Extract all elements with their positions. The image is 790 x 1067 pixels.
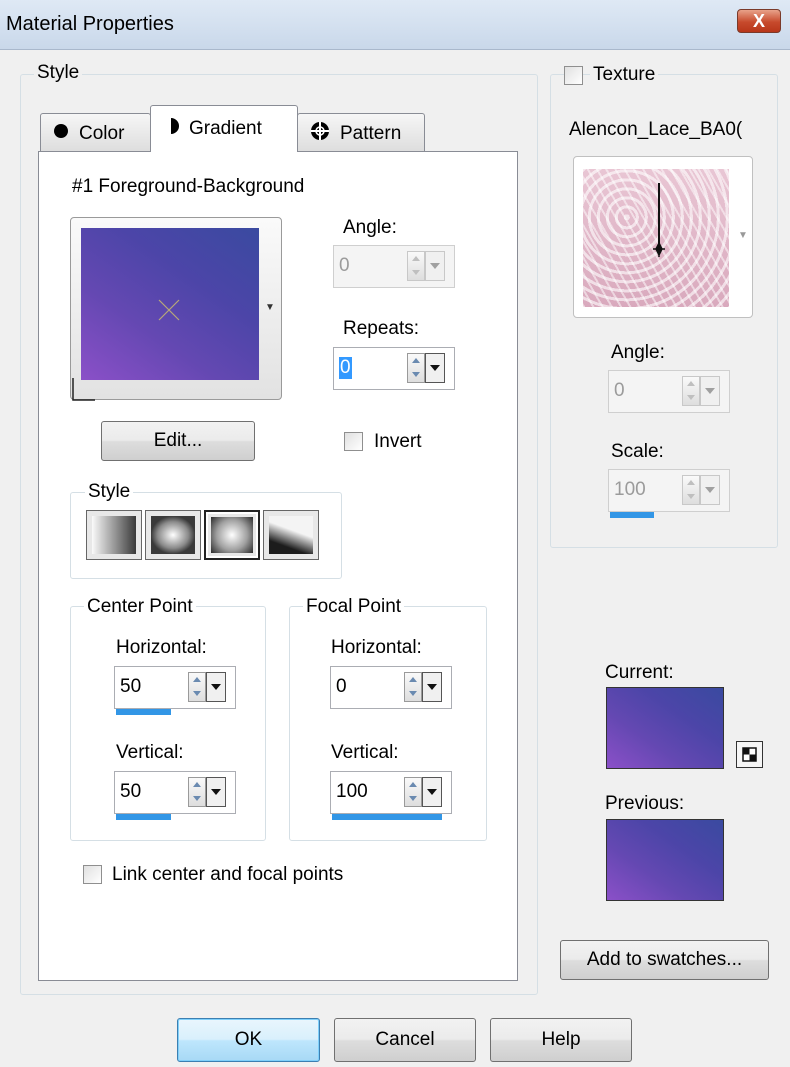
center-horizontal-bar bbox=[116, 709, 171, 715]
center-vertical-spinbox[interactable]: 50 bbox=[114, 771, 236, 821]
texture-scale-label: Scale: bbox=[611, 441, 664, 462]
title-bar[interactable]: Material Properties X bbox=[0, 0, 790, 50]
filled-circle-icon bbox=[53, 123, 69, 145]
texture-angle-label: Angle: bbox=[611, 342, 665, 363]
style-sunburst-button[interactable] bbox=[204, 510, 260, 560]
repeats-value: 0 bbox=[339, 357, 352, 379]
focal-horizontal-spinbox[interactable]: 0 bbox=[330, 666, 452, 716]
texture-dropdown-arrow[interactable]: ▼ bbox=[738, 230, 748, 241]
angle-spin-arrows[interactable] bbox=[407, 251, 425, 281]
focal-vertical-label: Vertical: bbox=[331, 742, 399, 763]
texture-angle-spinbox[interactable]: 0 bbox=[608, 370, 730, 420]
tab-color[interactable]: Color bbox=[40, 113, 151, 153]
angle-dropdown-button[interactable] bbox=[425, 251, 445, 281]
texture-angle-value: 0 bbox=[614, 380, 625, 401]
center-crosshair-icon[interactable] bbox=[157, 298, 181, 322]
texture-scale-value: 100 bbox=[614, 479, 646, 500]
focal-horizontal-value: 0 bbox=[336, 676, 347, 697]
gradient-style-label: Style bbox=[85, 482, 134, 502]
repeats-spinbox[interactable]: 0 bbox=[333, 347, 455, 397]
center-horizontal-label: Horizontal: bbox=[116, 637, 207, 658]
texture-label: Texture bbox=[590, 65, 659, 85]
close-button[interactable]: X bbox=[737, 9, 781, 33]
help-button[interactable]: Help bbox=[490, 1018, 632, 1062]
angle-spinbox[interactable]: 0 bbox=[333, 245, 455, 295]
tab-pattern[interactable]: Pattern bbox=[297, 113, 425, 153]
texture-preview[interactable] bbox=[573, 156, 753, 318]
swap-materials-icon[interactable] bbox=[736, 741, 763, 768]
focal-vertical-spinbox[interactable]: 100 bbox=[330, 771, 452, 821]
link-points-checkbox[interactable] bbox=[83, 865, 102, 884]
center-vertical-label: Vertical: bbox=[116, 742, 184, 763]
cancel-button[interactable]: Cancel bbox=[334, 1018, 476, 1062]
half-circle-icon bbox=[163, 117, 179, 141]
angle-label: Angle: bbox=[343, 217, 397, 238]
style-group-label: Style bbox=[34, 63, 83, 83]
style-rectangular-button[interactable] bbox=[145, 510, 201, 560]
center-point-label: Center Point bbox=[84, 597, 196, 617]
repeats-label: Repeats: bbox=[343, 318, 420, 339]
focal-horizontal-label: Horizontal: bbox=[331, 637, 422, 658]
center-vertical-bar bbox=[116, 814, 171, 820]
focal-point-marker-icon[interactable] bbox=[69, 378, 95, 404]
link-points-label: Link center and focal points bbox=[112, 864, 344, 885]
angle-value: 0 bbox=[339, 255, 350, 276]
tab-gradient-label: Gradient bbox=[189, 118, 262, 139]
invert-label: Invert bbox=[374, 431, 422, 452]
tab-gradient[interactable]: Gradient bbox=[150, 105, 298, 152]
center-vertical-value: 50 bbox=[120, 781, 142, 802]
add-to-swatches-button[interactable]: Add to swatches... bbox=[560, 940, 769, 980]
current-material-swatch[interactable] bbox=[606, 687, 724, 769]
gradient-name: #1 Foreground-Background bbox=[72, 176, 305, 197]
tab-color-label: Color bbox=[79, 122, 125, 144]
previous-label: Previous: bbox=[605, 793, 685, 814]
focal-vertical-bar bbox=[332, 814, 442, 820]
focal-vertical-value: 100 bbox=[336, 781, 368, 802]
tab-pattern-label: Pattern bbox=[340, 122, 402, 144]
material-properties-dialog: Material Properties X Style Color Gradie… bbox=[0, 0, 790, 1067]
focal-point-label: Focal Point bbox=[303, 597, 405, 617]
current-label: Current: bbox=[605, 662, 674, 683]
texture-angle-pointer-icon[interactable] bbox=[649, 183, 669, 263]
edit-gradient-button[interactable]: Edit... bbox=[101, 421, 255, 461]
gradient-swatch[interactable] bbox=[81, 228, 259, 380]
texture-name: Alencon_Lace_BA0( bbox=[569, 119, 743, 140]
gradient-dropdown-arrow[interactable]: ▼ bbox=[265, 302, 275, 313]
window-title: Material Properties bbox=[6, 13, 174, 35]
center-horizontal-value: 50 bbox=[120, 676, 142, 697]
center-horizontal-spinbox[interactable]: 50 bbox=[114, 666, 236, 716]
texture-scale-bar bbox=[610, 512, 654, 518]
texture-scale-spinbox[interactable]: 100 bbox=[608, 469, 730, 519]
style-radial-button[interactable] bbox=[263, 510, 319, 560]
ok-button[interactable]: OK bbox=[177, 1018, 320, 1062]
texture-image[interactable] bbox=[583, 169, 729, 307]
repeats-dropdown-button[interactable] bbox=[425, 353, 445, 383]
repeats-spin-arrows[interactable] bbox=[407, 353, 425, 383]
texture-checkbox[interactable] bbox=[564, 66, 583, 85]
style-linear-button[interactable] bbox=[86, 510, 142, 560]
gradient-preview[interactable]: ▼ bbox=[70, 217, 282, 401]
pattern-globe-icon bbox=[310, 121, 330, 147]
invert-checkbox[interactable] bbox=[344, 432, 363, 451]
previous-material-swatch[interactable] bbox=[606, 819, 724, 901]
